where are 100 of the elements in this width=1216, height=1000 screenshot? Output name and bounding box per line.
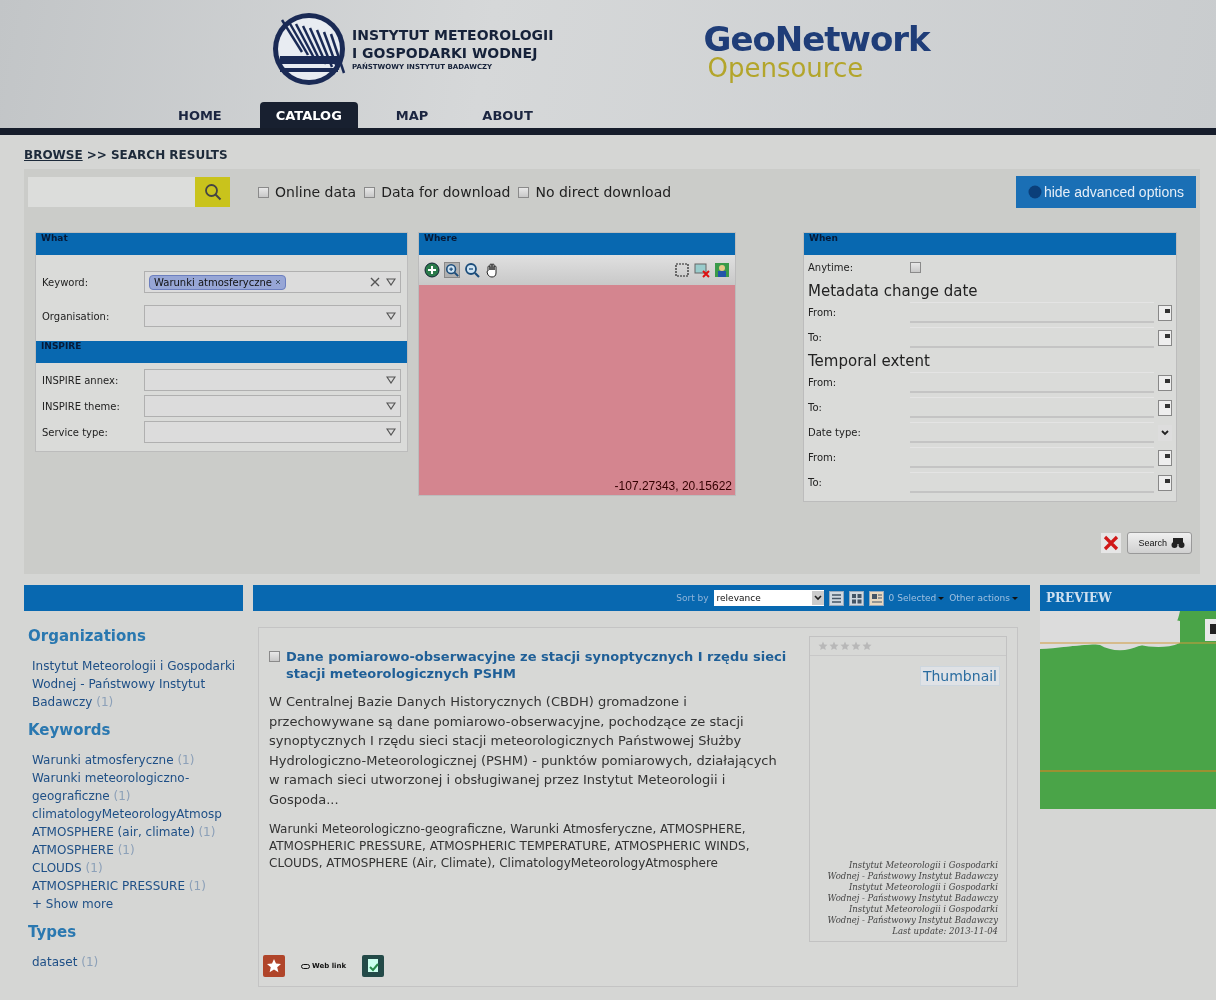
star-icon[interactable] xyxy=(840,641,850,651)
map-area[interactable]: -107.27343, 20.15622 xyxy=(419,285,735,495)
dropdown-icon[interactable] xyxy=(386,376,396,384)
calendar-button[interactable] xyxy=(1158,474,1172,491)
dropdown-field[interactable] xyxy=(144,369,401,391)
grid-view-icon[interactable] xyxy=(848,590,864,606)
reset-icon[interactable] xyxy=(1101,533,1122,553)
list-view-icon[interactable] xyxy=(828,590,844,606)
breadcrumb-link[interactable]: BROWSE xyxy=(24,148,83,162)
field-label: INSPIRE annex: xyxy=(42,374,120,386)
star-badge-icon[interactable] xyxy=(263,955,285,977)
zoom-in-icon[interactable] xyxy=(444,262,460,278)
field-label: Organisation: xyxy=(42,310,111,322)
calendar-button[interactable] xyxy=(1158,399,1172,416)
search-button[interactable] xyxy=(195,177,230,207)
contact-name: Instytut Meteorologii i Gospodarki Wodnej - Państwowy Instytut Badawczy xyxy=(826,904,999,926)
thumbnail-link[interactable]: Thumbnail xyxy=(919,666,1000,686)
last-update: Last update: 2013-11-04 xyxy=(891,926,999,937)
date-field[interactable] xyxy=(910,302,1154,323)
filter-label: No direct download xyxy=(535,184,672,200)
detail-view-icon[interactable] xyxy=(868,590,884,606)
checkbox[interactable] xyxy=(258,186,269,198)
filter-label: Data for download xyxy=(381,184,511,200)
result-title-link[interactable]: Dane pomiarowo-obserwacyjne ze stacji synoptycznych I rzędu sieci stacji meteorologicznych PSHM xyxy=(286,648,787,682)
map-layers-icon[interactable] xyxy=(714,262,730,278)
facet-link[interactable]: climatologyMeteorologyAtmosp xyxy=(28,805,239,823)
document-icon[interactable] xyxy=(362,955,385,977)
date-field[interactable] xyxy=(910,327,1154,348)
dropdown-icon[interactable] xyxy=(386,312,396,320)
nav-tab[interactable]: MAP xyxy=(379,102,445,128)
advanced-options-button[interactable]: hide advanced options xyxy=(1015,176,1196,208)
panel-header: INSPIRE xyxy=(36,341,407,363)
search-icon xyxy=(203,183,222,201)
facet-link[interactable]: dataset (1) xyxy=(28,953,239,971)
organisation-field[interactable] xyxy=(144,305,401,327)
link-icon xyxy=(301,963,310,969)
caret-icon xyxy=(813,595,822,601)
calendar-button[interactable] xyxy=(1158,329,1172,346)
checkbox[interactable] xyxy=(910,262,921,273)
facet-link[interactable]: ATMOSPHERE (1) xyxy=(28,841,239,859)
star-icon[interactable] xyxy=(851,641,861,651)
facet-link[interactable]: Instytut Meteorologii i Gospodarki Wodnej - Państwowy Instytut Badawczy (1) xyxy=(28,657,239,711)
date-field[interactable] xyxy=(910,472,1154,493)
date-field[interactable] xyxy=(910,447,1154,468)
date-field[interactable] xyxy=(910,397,1154,418)
dropdown-icon[interactable] xyxy=(386,402,396,410)
star-icon[interactable] xyxy=(862,641,872,651)
tag-label: Warunki atmosferyczne xyxy=(154,276,272,288)
date-field[interactable] xyxy=(910,372,1154,393)
dropdown-field[interactable] xyxy=(144,421,401,443)
remove-icon[interactable] xyxy=(274,279,281,285)
nav-tab[interactable]: ABOUT xyxy=(466,102,549,128)
breadcrumb-current: >> SEARCH RESULTS xyxy=(86,148,228,162)
filter-label: Online data xyxy=(275,184,357,200)
calendar-button[interactable] xyxy=(1158,304,1172,321)
calendar-button[interactable] xyxy=(1158,374,1172,391)
dropdown-icon[interactable] xyxy=(386,428,396,436)
nav-tab[interactable]: CATALOG xyxy=(259,102,358,128)
other-actions-menu[interactable]: Other actions xyxy=(949,593,1018,603)
search-field[interactable] xyxy=(28,177,195,207)
checkbox[interactable] xyxy=(518,186,530,198)
sort-select[interactable]: relevance xyxy=(713,590,824,606)
map-remove-icon[interactable] xyxy=(694,262,710,278)
search-submit-button[interactable]: Search xyxy=(1127,532,1192,554)
hand-icon[interactable] xyxy=(484,262,500,278)
keyword-tag[interactable]: Warunki atmosferyczne xyxy=(149,274,286,290)
dropdown-icon[interactable] xyxy=(386,278,396,286)
field-label: From: xyxy=(808,452,838,463)
facet-link[interactable]: Warunki meteorologiczno-geograficzne (1) xyxy=(28,769,239,805)
keyword-field[interactable]: Warunki atmosferyczne xyxy=(144,271,401,293)
brand-name: GeoNetwork xyxy=(703,22,930,56)
panel-header: What xyxy=(36,233,407,255)
checkbox[interactable] xyxy=(364,186,376,198)
calendar-button[interactable] xyxy=(1158,449,1172,466)
facet-link[interactable]: CLOUDS (1) xyxy=(28,859,239,877)
facet-link[interactable]: Warunki atmosferyczne (1) xyxy=(28,751,239,769)
star-icon[interactable] xyxy=(818,641,828,651)
section-heading: Temporal extent xyxy=(807,351,931,370)
star-icon[interactable] xyxy=(829,641,839,651)
globe-icon[interactable] xyxy=(424,262,440,278)
clear-icon[interactable] xyxy=(370,277,380,287)
selected-count-menu[interactable]: 0 Selected xyxy=(888,593,945,603)
facet-link[interactable]: ATMOSPHERIC PRESSURE (1) xyxy=(28,877,239,895)
dropdown-field[interactable] xyxy=(144,395,401,417)
show-more-link[interactable]: + Show more xyxy=(28,895,239,913)
facet-link[interactable]: ATMOSPHERE (air, climate) (1) xyxy=(28,823,239,841)
zoom-out-icon[interactable] xyxy=(464,262,480,278)
nav-tab[interactable]: HOME xyxy=(162,102,238,128)
field-label: To: xyxy=(808,332,823,343)
section-heading: Metadata change date xyxy=(807,281,979,300)
selection-box-icon[interactable] xyxy=(674,262,690,278)
institute-name: I GOSPODARKI WODNEJ xyxy=(352,44,539,62)
select-checkbox[interactable] xyxy=(269,651,280,662)
field-label: To: xyxy=(808,477,823,488)
contact-name: Instytut Meteorologii i Gospodarki Wodnej - Państwowy Instytut Badawczy xyxy=(826,860,999,882)
binoculars-icon xyxy=(1171,537,1185,549)
institute-logo-icon xyxy=(272,12,346,86)
field-label: To: xyxy=(808,402,823,413)
date-type-field[interactable] xyxy=(910,422,1154,443)
institute-name: INSTYTUT METEOROLOGII xyxy=(352,26,554,44)
